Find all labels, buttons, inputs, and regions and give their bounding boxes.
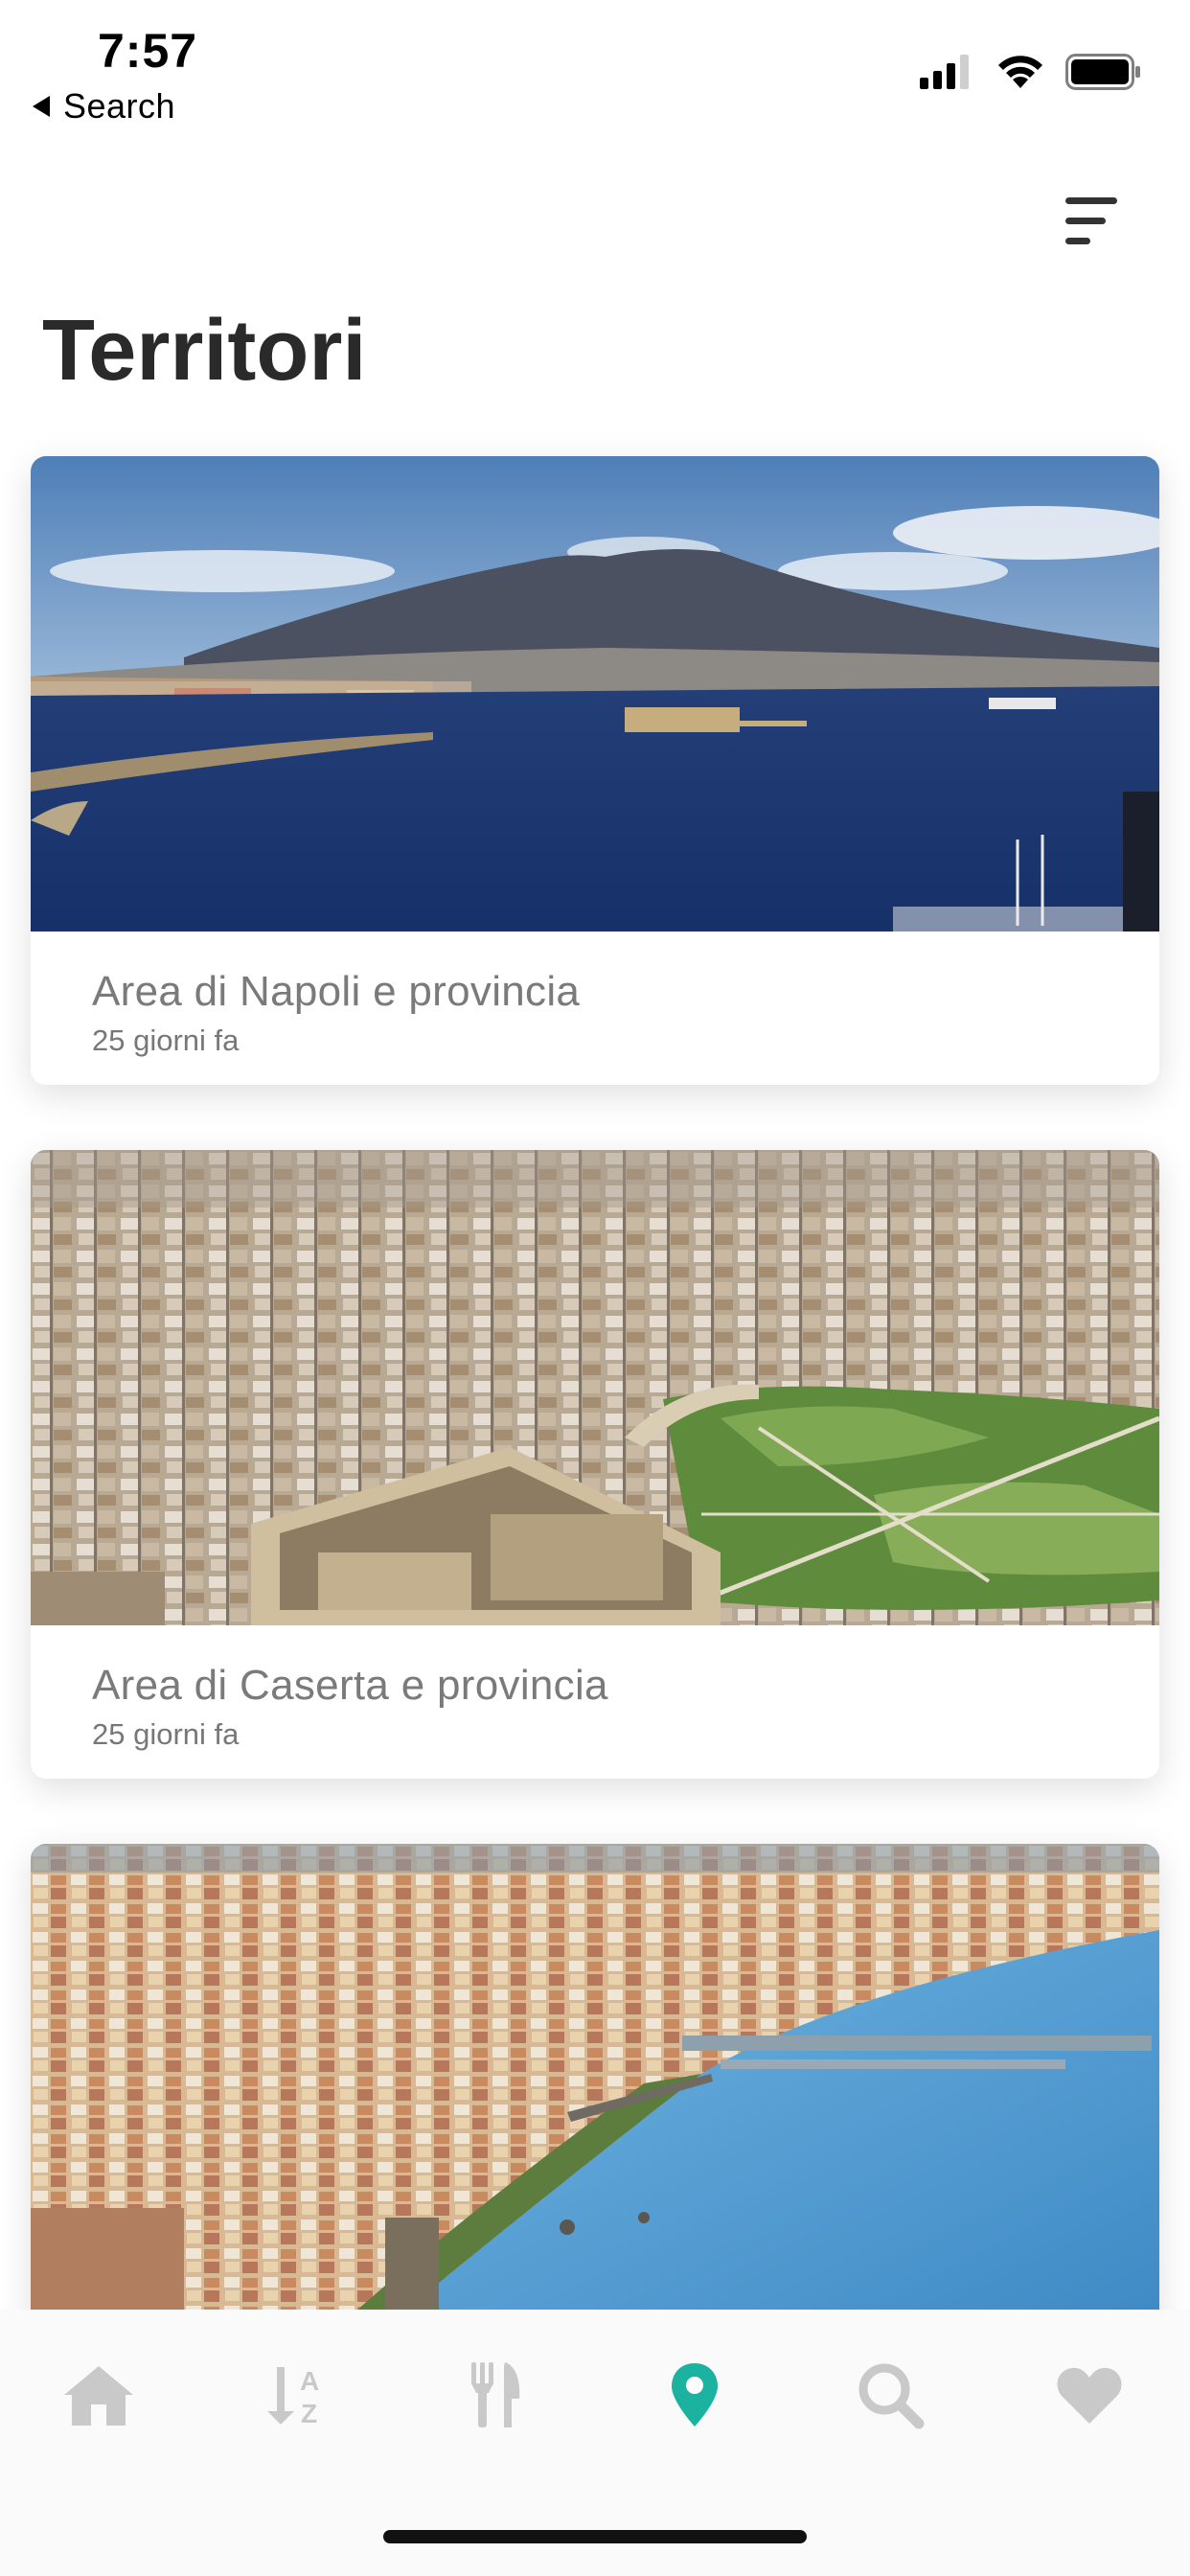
salerno-photo [31, 1844, 1159, 2319]
wifi-icon [998, 56, 1042, 88]
card-title: Area di Napoli e provincia [92, 968, 581, 1015]
sort-menu-button[interactable] [1065, 197, 1117, 245]
svg-text:A: A [300, 2366, 319, 2396]
home-icon [64, 2366, 133, 2426]
card-title: Area di Caserta e provincia [92, 1662, 608, 1709]
sort-az-icon: A Z [267, 2366, 319, 2428]
tab-home[interactable] [56, 2352, 142, 2438]
menu-line-icon [1065, 238, 1090, 244]
territory-card-napoli[interactable]: Area di Napoli e provincia 25 giorni fa [31, 456, 1159, 1085]
caserta-photo [31, 1150, 1159, 1625]
status-time: 7:57 [98, 24, 198, 78]
fork-knife-icon [471, 2362, 520, 2427]
card-info: Area di Napoli e provincia 25 giorni fa [31, 932, 1159, 1085]
napoli-photo [31, 456, 1159, 932]
heart-icon [1057, 2367, 1122, 2424]
home-indicator [383, 2530, 807, 2543]
svg-text:Z: Z [301, 2399, 317, 2428]
page-title: Territori [42, 303, 367, 399]
map-pin-icon [672, 2363, 718, 2426]
tab-search[interactable] [847, 2352, 933, 2438]
card-date: 25 giorni fa [92, 1024, 240, 1057]
back-to-search-link[interactable]: Search [33, 86, 175, 126]
status-icons [920, 54, 1142, 90]
back-link-label: Search [63, 86, 176, 126]
tab-favorites[interactable] [1046, 2352, 1133, 2438]
card-info: Area di Caserta e provincia 25 giorni fa [31, 1625, 1159, 1779]
tab-territories[interactable] [652, 2352, 738, 2438]
territory-card-caserta[interactable]: Area di Caserta e provincia 25 giorni fa [31, 1150, 1159, 1779]
back-arrow-icon [33, 96, 50, 117]
status-bar: 7:57 Search [0, 0, 1190, 139]
tab-food[interactable] [453, 2352, 539, 2438]
card-date: 25 giorni fa [92, 1717, 240, 1751]
battery-icon [1065, 54, 1140, 90]
cellular-signal-icon [920, 55, 969, 89]
tab-sort[interactable]: A Z [254, 2352, 340, 2438]
menu-line-icon [1065, 197, 1117, 204]
search-icon [858, 2363, 925, 2429]
menu-line-icon [1065, 218, 1106, 224]
